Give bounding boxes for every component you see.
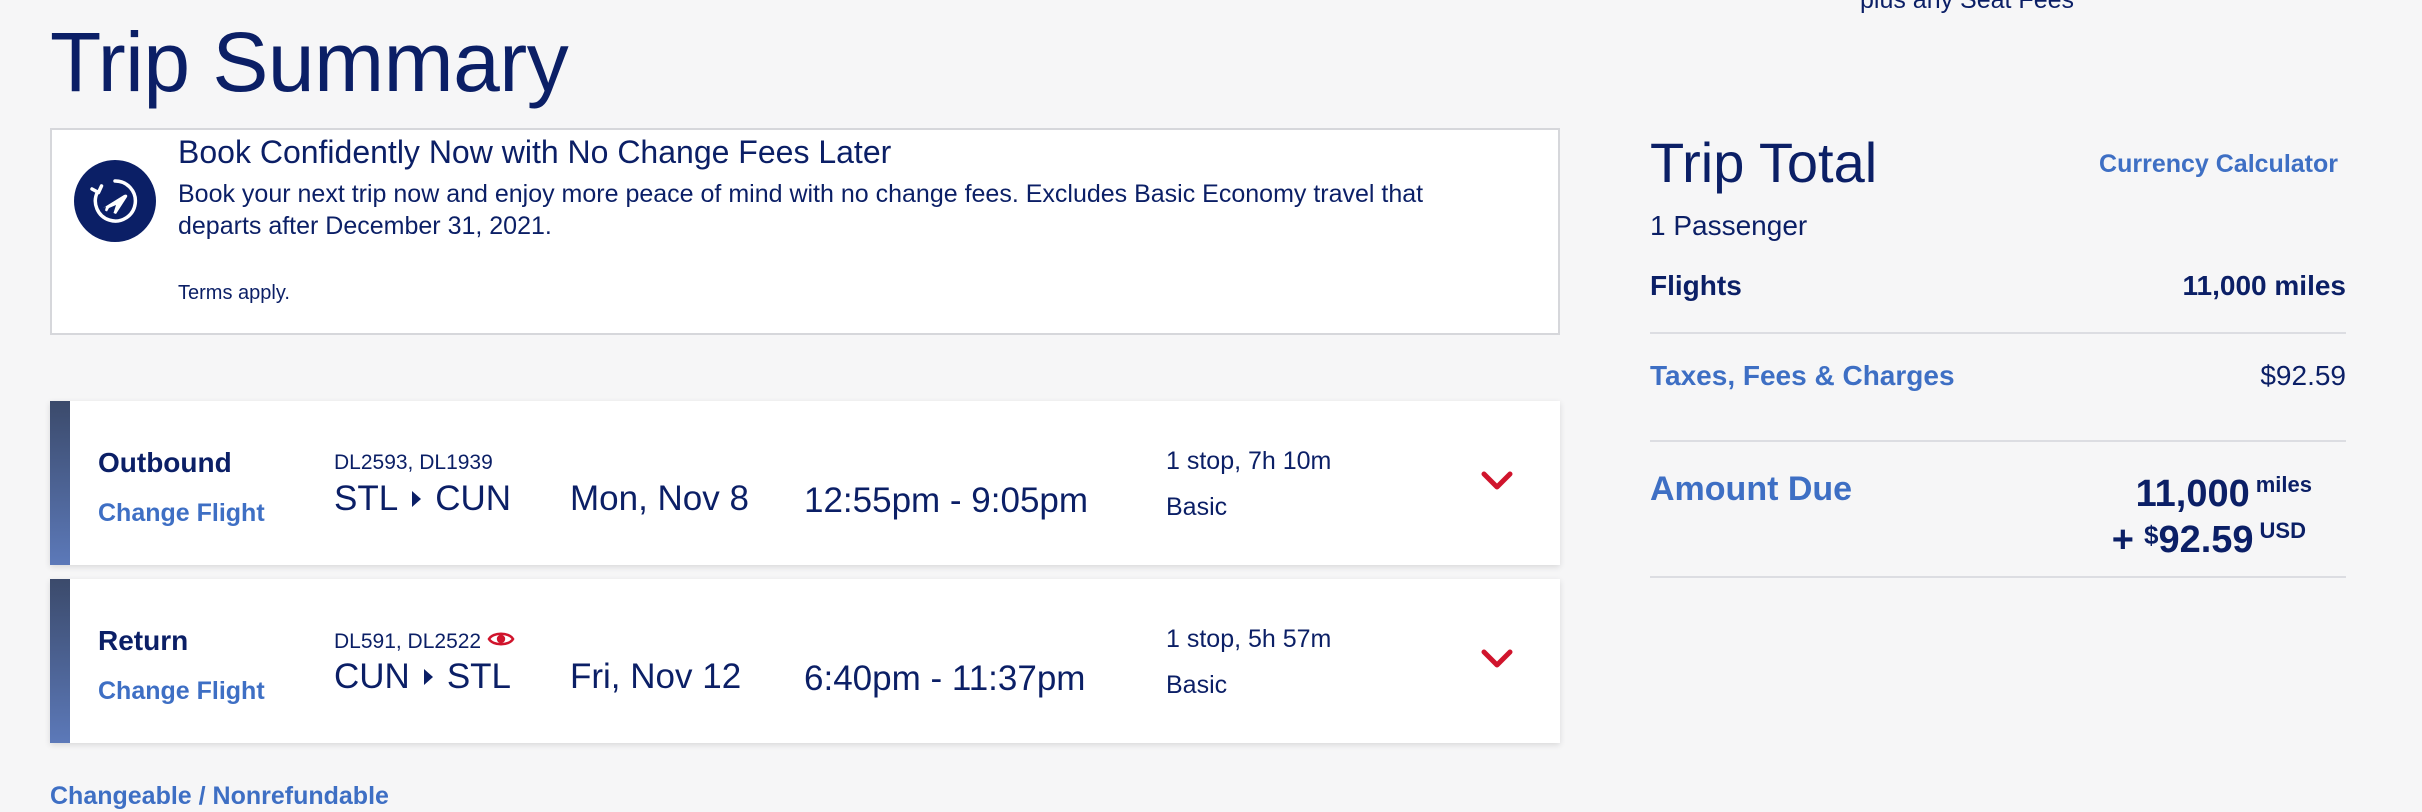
flight-numbers-text: DL2593, DL1939 — [334, 451, 493, 474]
eye-icon[interactable] — [487, 629, 515, 655]
flight-numbers: DL2593, DL1939 — [334, 451, 493, 475]
origin-code: CUN — [334, 657, 410, 696]
amount-cash-unit: USD — [2259, 518, 2306, 543]
taxes-fees-link[interactable]: Taxes, Fees & Charges — [1650, 360, 1955, 392]
currency-symbol: $ — [2143, 520, 2159, 550]
amount-plus: + — [2111, 519, 2134, 561]
flight-stops: 1 stop, 5h 57m — [1166, 625, 1332, 653]
fare-class: Basic — [1166, 671, 1228, 699]
outbound-flight-card: Outbound Change Flight DL2593, DL1939 ST… — [50, 401, 1560, 565]
return-flight-card: Return Change Flight DL591, DL2522 CUN S… — [50, 579, 1560, 743]
origin-code: STL — [334, 479, 399, 518]
flight-time: 12:55pm - 9:05pm — [804, 481, 1089, 520]
amount-miles-value: 11,000 — [2135, 473, 2250, 515]
chevron-down-icon[interactable] — [1480, 469, 1514, 493]
banner-title: Book Confidently Now with No Change Fees… — [178, 134, 892, 170]
direction-label: Outbound — [98, 447, 232, 478]
fare-class: Basic — [1166, 493, 1228, 521]
taxes-value: $92.59 — [2260, 360, 2346, 391]
changeable-nonrefundable-link[interactable]: Changeable / Nonrefundable — [50, 782, 389, 811]
amount-due-row: Amount Due 11,000 miles + $92.59 USD — [1650, 442, 2346, 578]
destination-code: STL — [446, 657, 512, 696]
plane-clock-icon — [74, 160, 156, 242]
taxes-row: Taxes, Fees & Charges $92.59 — [1650, 360, 2346, 442]
amount-due-label: Amount Due — [1650, 470, 1853, 508]
terms-link[interactable]: Terms apply. — [178, 282, 290, 305]
flight-stops: 1 stop, 7h 10m — [1166, 447, 1332, 475]
route-arrow-icon — [412, 491, 422, 507]
no-change-fees-banner: Book Confidently Now with No Change Fees… — [50, 128, 1560, 335]
flights-value: 11,000 miles — [2182, 270, 2346, 301]
change-flight-link[interactable]: Change Flight — [98, 677, 265, 706]
card-accent-bar — [50, 401, 70, 565]
chevron-down-icon[interactable] — [1480, 647, 1514, 671]
amount-cash: + $92.59 USD — [2112, 518, 2306, 562]
flight-date: Fri, Nov 12 — [570, 657, 742, 696]
route: STL CUN — [334, 479, 511, 519]
flight-numbers-text: DL591, DL2522 — [334, 630, 482, 653]
flight-numbers: DL591, DL2522 — [334, 629, 515, 655]
passenger-count: 1 Passenger — [1650, 210, 1808, 241]
change-flight-link[interactable]: Change Flight — [98, 499, 265, 528]
amount-miles-unit: miles — [2255, 472, 2312, 497]
destination-code: CUN — [435, 479, 512, 518]
page-title: Trip Summary — [50, 15, 569, 109]
route-arrow-icon — [423, 669, 433, 685]
currency-calculator-link[interactable]: Currency Calculator — [2099, 150, 2338, 179]
flight-date: Mon, Nov 8 — [570, 479, 749, 518]
amount-miles: 11,000 miles — [2136, 472, 2312, 516]
amount-cash-value: 92.59 — [2158, 519, 2254, 561]
route: CUN STL — [334, 657, 511, 697]
card-accent-bar — [50, 579, 70, 743]
flight-time: 6:40pm - 11:37pm — [804, 659, 1086, 698]
flights-cost-row: Flights 11,000 miles — [1650, 270, 2346, 334]
trip-total-title: Trip Total — [1650, 131, 1878, 194]
banner-description: Book your next trip now and enjoy more p… — [178, 180, 1424, 240]
top-cutoff-text: plus any Seat Fees — [1860, 0, 2075, 14]
flights-label: Flights — [1650, 270, 1742, 301]
direction-label: Return — [98, 625, 189, 656]
